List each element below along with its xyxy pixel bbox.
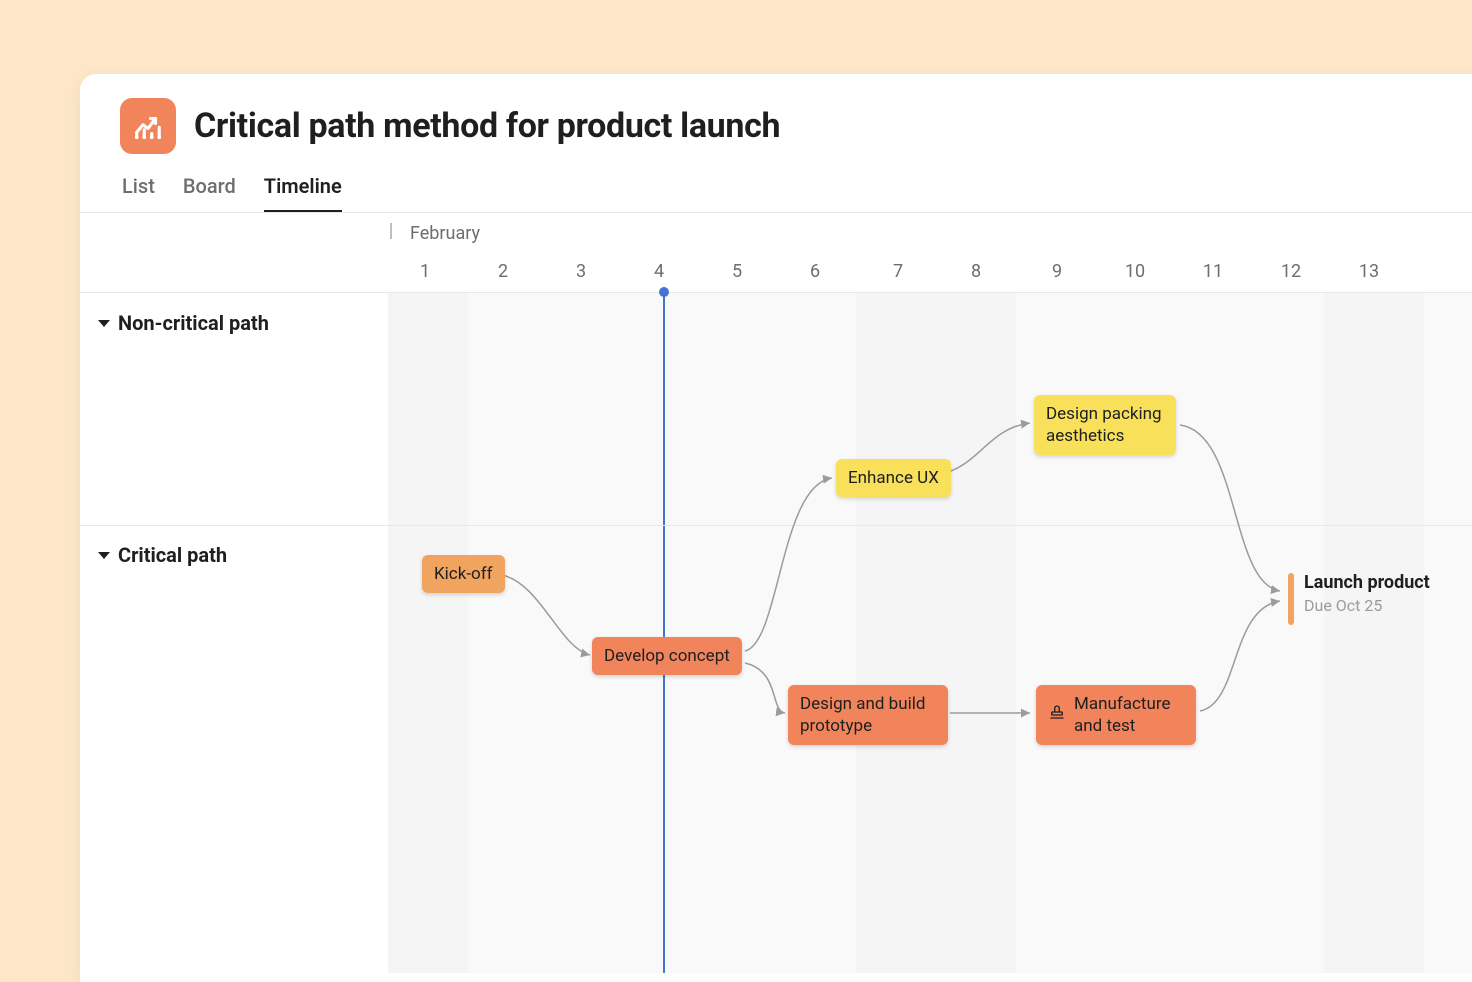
weekend-shade xyxy=(1324,293,1424,973)
section-critical[interactable]: Critical path xyxy=(80,543,1472,567)
milestone-launch[interactable]: Launch product Due Oct 25 xyxy=(1288,571,1430,625)
day-5[interactable]: 5 xyxy=(732,261,742,282)
section-non-critical[interactable]: Non-critical path xyxy=(80,311,1472,335)
day-12[interactable]: 12 xyxy=(1281,261,1301,282)
page-title: Critical path method for product launch xyxy=(194,106,780,146)
task-label: Design packing aesthetics xyxy=(1046,403,1164,447)
milestone-bar xyxy=(1288,573,1294,625)
tab-timeline[interactable]: Timeline xyxy=(264,174,342,212)
title-row: Critical path method for product launch xyxy=(120,98,1432,154)
task-develop-concept[interactable]: Develop concept xyxy=(592,637,742,675)
view-tabs: List Board Timeline xyxy=(120,174,1432,212)
day-8[interactable]: 8 xyxy=(971,261,981,282)
task-design-prototype[interactable]: Design and build prototype xyxy=(788,685,948,745)
day-2[interactable]: 2 xyxy=(498,261,508,282)
weekend-shade xyxy=(856,293,1016,973)
chart-up-icon xyxy=(133,111,163,141)
task-enhance-ux[interactable]: Enhance UX xyxy=(836,459,951,497)
task-kickoff[interactable]: Kick-off xyxy=(422,555,505,593)
task-label: Manufacture and test xyxy=(1074,693,1184,737)
section-divider xyxy=(80,525,1472,526)
day-13[interactable]: 13 xyxy=(1359,261,1379,282)
task-label: Design and build prototype xyxy=(800,693,936,737)
timeline-header: February 1 2 3 4 5 6 7 8 9 10 11 12 13 xyxy=(80,213,1472,293)
month-label: February xyxy=(410,223,480,244)
task-manufacture-test[interactable]: Manufacture and test xyxy=(1036,685,1196,745)
month-tick xyxy=(390,223,392,239)
day-4[interactable]: 4 xyxy=(654,261,664,282)
milestone-text: Launch product Due Oct 25 xyxy=(1304,571,1430,615)
day-11[interactable]: 11 xyxy=(1203,261,1223,282)
milestone-title: Launch product xyxy=(1304,571,1430,594)
day-7[interactable]: 7 xyxy=(893,261,903,282)
day-9[interactable]: 9 xyxy=(1052,261,1062,282)
today-marker-line xyxy=(663,293,665,973)
day-10[interactable]: 10 xyxy=(1125,261,1145,282)
stamp-icon xyxy=(1048,703,1066,727)
day-1[interactable]: 1 xyxy=(420,261,430,282)
today-marker-dot xyxy=(659,287,669,297)
tab-board[interactable]: Board xyxy=(183,174,236,212)
weekend-shade xyxy=(388,293,468,973)
task-label: Kick-off xyxy=(434,563,493,585)
header: Critical path method for product launch … xyxy=(80,74,1472,212)
task-label: Enhance UX xyxy=(848,467,939,489)
project-card: Critical path method for product launch … xyxy=(80,74,1472,982)
task-label: Develop concept xyxy=(604,645,730,667)
milestone-due: Due Oct 25 xyxy=(1304,596,1430,615)
day-6[interactable]: 6 xyxy=(810,261,820,282)
tab-list[interactable]: List xyxy=(122,174,155,212)
caret-down-icon xyxy=(98,552,110,559)
task-design-packing[interactable]: Design packing aesthetics xyxy=(1034,395,1176,455)
day-3[interactable]: 3 xyxy=(576,261,586,282)
timeline-body[interactable]: Non-critical path Critical path Kick-off xyxy=(80,293,1472,973)
caret-down-icon xyxy=(98,320,110,327)
project-icon[interactable] xyxy=(120,98,176,154)
section-label: Critical path xyxy=(118,543,227,567)
section-label: Non-critical path xyxy=(118,311,269,335)
